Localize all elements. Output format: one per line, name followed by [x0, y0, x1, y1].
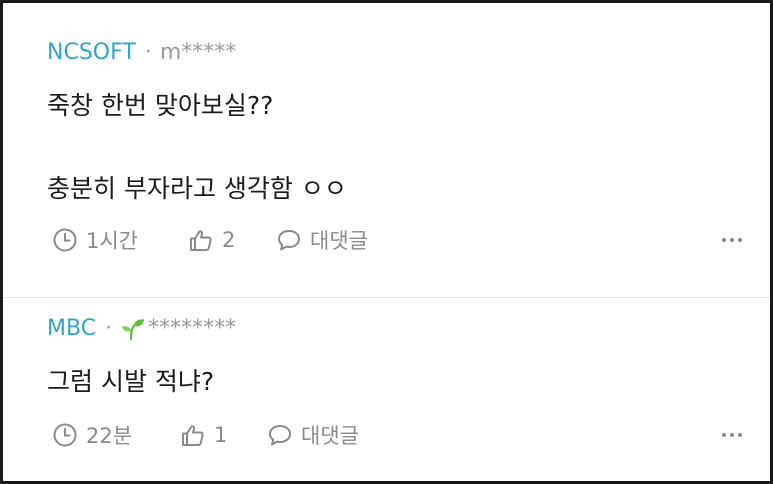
- comment-meta: NCSOFT · m*****: [47, 40, 236, 65]
- like-button[interactable]: 2: [188, 225, 235, 255]
- meta-separator: ·: [105, 316, 113, 341]
- comment-time: 22분: [86, 424, 133, 448]
- comment-text-line: 그럼 시발 적냐?: [47, 367, 215, 396]
- comment-meta: MBC · ********: [47, 316, 236, 341]
- reply-button[interactable]: 대댓글: [267, 420, 359, 450]
- reply-label: 대댓글: [310, 229, 368, 253]
- user-name[interactable]: m*****: [160, 40, 236, 65]
- user-name[interactable]: ********: [148, 316, 236, 341]
- time-display: 1시간: [52, 225, 138, 255]
- like-count: 2: [222, 228, 236, 252]
- like-count: 1: [214, 423, 228, 447]
- company-name[interactable]: MBC: [47, 316, 96, 341]
- reply-button[interactable]: 대댓글: [276, 225, 368, 255]
- speech-bubble-icon: [269, 425, 291, 446]
- clock-icon: [53, 423, 77, 447]
- thumbs-up-icon: [182, 425, 204, 446]
- clock-icon: [53, 228, 77, 252]
- more-dots-icon: [722, 238, 726, 242]
- comment-list: NCSOFT · m***** 죽창 한번 맞아보실?? 충분히 부자라고 생각…: [3, 3, 770, 481]
- thumbs-up-icon: [190, 230, 212, 251]
- sprout-icon: [122, 318, 145, 340]
- comment-time: 1시간: [86, 229, 139, 253]
- speech-bubble-icon: [278, 230, 300, 251]
- meta-separator: ·: [144, 40, 152, 65]
- comment-text-line: 죽창 한번 맞아보실??: [47, 91, 274, 120]
- more-options-button[interactable]: [717, 420, 747, 450]
- time-display: 22분: [52, 420, 132, 450]
- more-options-button[interactable]: [717, 225, 747, 255]
- comment-text-line: 충분히 부자라고 생각함 ㅇㅇ: [47, 174, 347, 203]
- like-button[interactable]: 1: [180, 420, 227, 450]
- reply-label: 대댓글: [301, 424, 359, 448]
- more-dots-icon: [722, 433, 726, 437]
- comment-actions: 22분 1 대댓글: [47, 420, 747, 450]
- comment-actions: 1시간 2 대댓글: [47, 225, 747, 255]
- comment-divider: [3, 297, 770, 298]
- company-name[interactable]: NCSOFT: [47, 40, 136, 65]
